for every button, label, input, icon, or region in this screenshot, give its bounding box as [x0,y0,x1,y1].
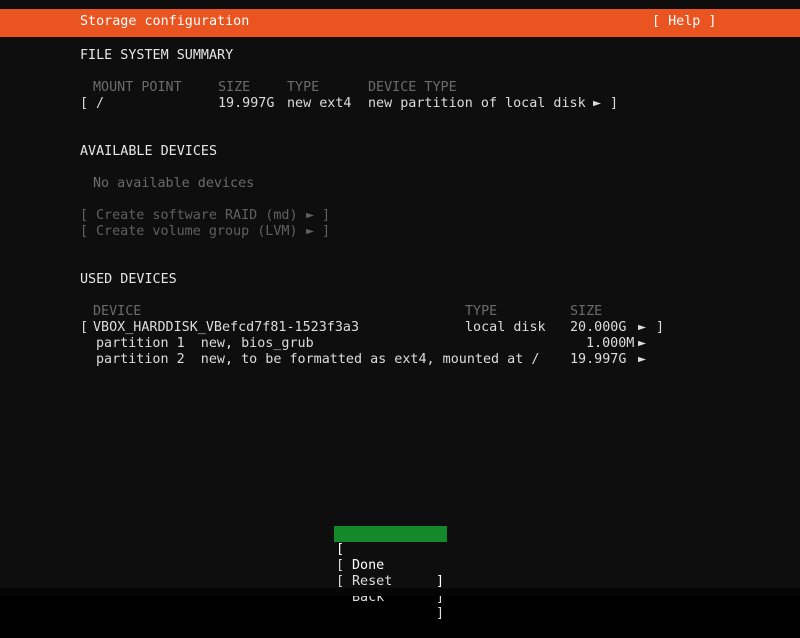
expand-arrow-icon[interactable]: ► [638,336,646,352]
main-content: FILE SYSTEM SUMMARY MOUNT POINT SIZE TYP… [0,37,800,621]
action-bracket-open: [ [80,208,89,223]
used-device-name: partition 2 new, to be formatted as ext4… [96,352,540,367]
used-device-name: partition 1 new, bios_grub [96,336,314,351]
row-bracket-open: [ [80,96,89,111]
used-device-size: 19.997G [570,352,627,367]
expand-arrow-icon[interactable]: ► [638,320,646,336]
terminal-screen: Storage configuration [ Help ] FILE SYST… [0,0,800,621]
expand-arrow-icon[interactable]: ► [593,96,601,112]
expand-arrow-icon: ► [306,224,315,239]
create-software-raid-label: Create software RAID (md) [96,208,298,223]
create-software-raid-button[interactable]: [ Create software RAID (md) ► ] [0,208,800,224]
column-header-mount-point: MOUNT POINT [93,80,182,95]
action-bracket-close: ] [322,208,331,223]
row-bracket-close: ] [610,96,619,111]
column-header-size: SIZE [218,80,251,95]
available-devices-heading: AVAILABLE DEVICES [80,144,218,159]
used-devices-heading: USED DEVICES [80,272,177,287]
used-devices-column-headers: DEVICE TYPE SIZE [0,304,800,320]
column-header-device-type: DEVICE TYPE [368,80,457,95]
letterbox-top [0,0,800,9]
column-header-type: TYPE [287,80,320,95]
fs-size-value: 19.997G [218,96,275,111]
row-bracket-open: [ [80,320,89,335]
used-device-type: local disk [465,320,546,335]
row-bracket-close: ] [656,320,665,335]
available-devices-empty-message: No available devices [93,176,255,191]
expand-arrow-icon: ► [306,208,315,223]
column-header-type: TYPE [465,304,498,319]
create-volume-group-button[interactable]: [ Create volume group (LVM) ► ] [0,224,800,240]
used-device-name: VBOX_HARDDISK_VBefcd7f81-1523f3a3 [93,320,360,335]
page-title: Storage configuration [80,14,250,29]
action-bracket-close: ] [322,224,331,239]
reset-button[interactable]: [ Reset ] [334,542,447,605]
done-button[interactable]: [ Done ] [334,526,447,589]
fs-device-type-value: new partition of local disk [368,96,586,111]
used-device-size: 1.000M [586,336,635,351]
table-row[interactable]: [ VBOX_HARDDISK_VBefcd7f81-1523f3a3 loca… [0,320,800,336]
action-bracket-open: [ [80,224,89,239]
file-system-summary-heading: FILE SYSTEM SUMMARY [80,48,234,63]
table-row[interactable]: partition 2 new, to be formatted as ext4… [0,352,800,368]
column-header-size: SIZE [570,304,603,319]
back-button[interactable]: [ Back ] [334,558,447,621]
used-device-size: 20.000G [570,320,627,335]
table-row[interactable]: partition 1 new, bios_grub 1.000M ► [0,336,800,352]
button-bracket-close: ] [435,606,444,621]
fs-type-value: new ext4 [287,96,352,111]
expand-arrow-icon[interactable]: ► [638,352,646,368]
fs-summary-column-headers: MOUNT POINT SIZE TYPE DEVICE TYPE [0,80,800,96]
help-button[interactable]: [ Help ] [652,14,717,30]
fs-summary-row[interactable]: [ / 19.997G new ext4 new partition of lo… [0,96,800,112]
letterbox-bottom [0,588,800,596]
fs-mount-point-value: / [96,96,105,111]
title-bar: Storage configuration [ Help ] [0,9,800,37]
create-volume-group-label: Create volume group (LVM) [96,224,298,239]
column-header-device: DEVICE [93,304,142,319]
